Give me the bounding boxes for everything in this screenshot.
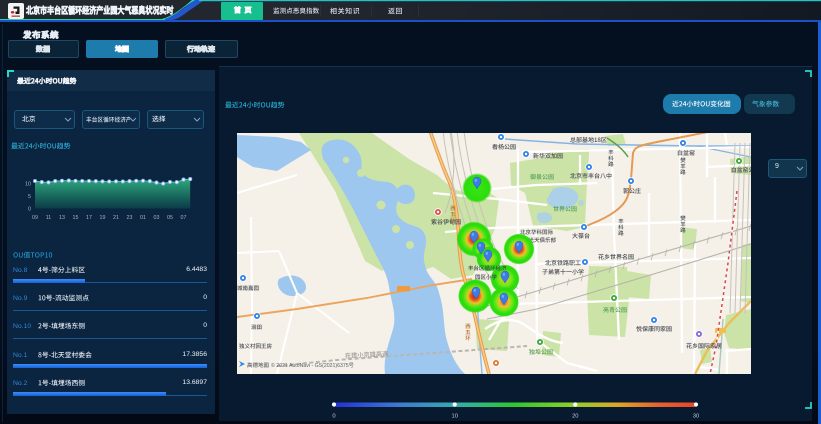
svg-text:5: 5 xyxy=(28,194,31,200)
svg-text:0: 0 xyxy=(28,207,31,213)
svg-text:17: 17 xyxy=(86,215,92,221)
svg-text:© 2021 AutoNavi - GS(2021)6375: © 2021 AutoNavi - GS(2021)6375号 xyxy=(271,362,354,369)
svg-text:30: 30 xyxy=(693,414,699,420)
svg-text:23: 23 xyxy=(127,215,133,221)
svg-text:19: 19 xyxy=(100,215,106,221)
svg-text:07: 07 xyxy=(181,215,187,221)
svg-text:05: 05 xyxy=(167,215,173,221)
svg-text:09: 09 xyxy=(32,215,38,221)
svg-text:13: 13 xyxy=(59,215,65,221)
svg-text:10: 10 xyxy=(25,182,31,188)
svg-text:21: 21 xyxy=(113,215,119,221)
svg-text:15: 15 xyxy=(73,215,79,221)
svg-text:01: 01 xyxy=(140,215,146,221)
svg-text:03: 03 xyxy=(154,215,160,221)
svg-text:0: 0 xyxy=(332,414,335,420)
svg-text:20: 20 xyxy=(572,414,578,420)
svg-text:10: 10 xyxy=(451,414,457,420)
svg-text:11: 11 xyxy=(46,215,52,221)
